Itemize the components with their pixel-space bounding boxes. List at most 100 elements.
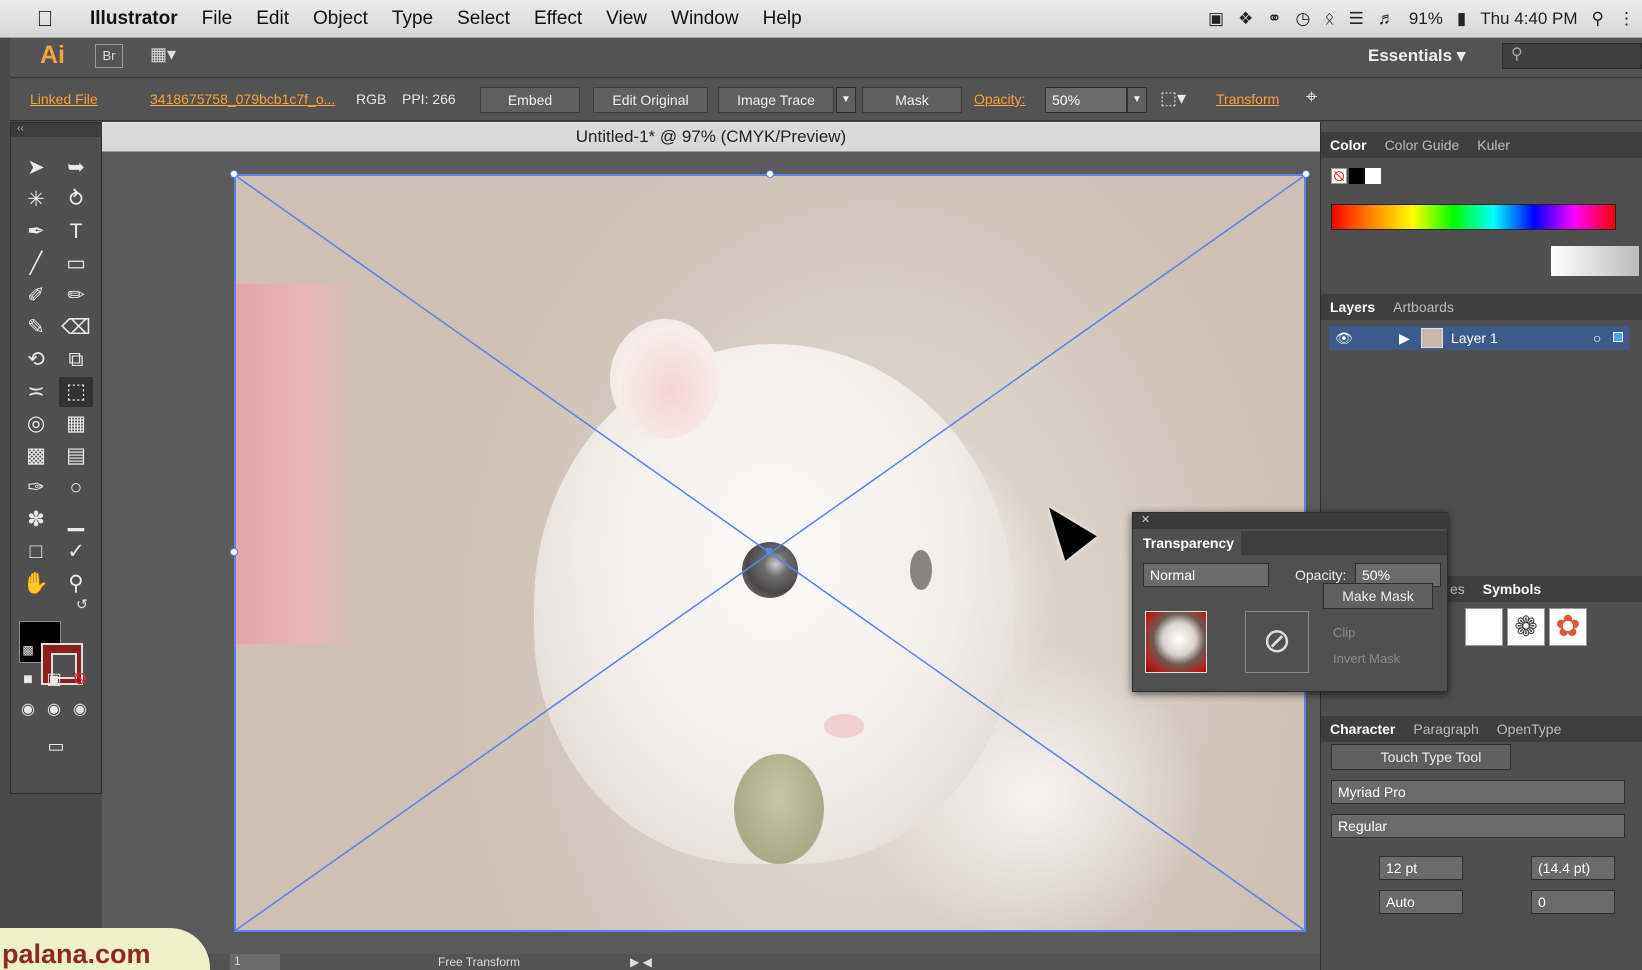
spotlight-search-icon[interactable]: ⚲ <box>1585 9 1611 29</box>
width-tool-icon[interactable]: ≍ <box>19 377 53 407</box>
none-swatch-icon[interactable]: ⦰ <box>1331 168 1347 184</box>
volume-icon[interactable]: ♬ <box>1371 9 1402 29</box>
leading-input[interactable]: (14.4 pt) <box>1531 856 1615 880</box>
direct-selection-tool-icon[interactable]: ➥ <box>59 153 93 183</box>
menu-edit[interactable]: Edit <box>244 8 301 30</box>
make-mask-button[interactable]: Make Mask <box>1323 583 1433 609</box>
shape-builder-tool-icon[interactable]: ◎ <box>19 409 53 439</box>
scale-tool-icon[interactable]: ⧉ <box>59 345 93 375</box>
bluetooth-icon[interactable]: ᛟ <box>1317 9 1341 29</box>
default-fill-stroke-icon[interactable]: ▩ <box>11 635 45 665</box>
blend-mode-select[interactable]: Normal <box>1143 563 1269 587</box>
handle-top-center[interactable] <box>766 170 774 178</box>
tab-paragraph[interactable]: Paragraph <box>1404 721 1487 737</box>
black-swatch[interactable] <box>1349 168 1365 184</box>
color-spectrum-bar[interactable] <box>1331 204 1616 230</box>
paintbrush-tool-icon[interactable]: ✐ <box>19 281 53 311</box>
slice-tool-icon[interactable]: ✓ <box>59 537 93 567</box>
dropbox-icon[interactable]: ❖ <box>1231 9 1260 29</box>
creative-cloud-icon[interactable]: ⚭ <box>1260 9 1288 29</box>
status-tool-label[interactable]: Free Transform <box>438 955 520 969</box>
pencil-tool-icon[interactable]: ✏ <box>59 281 93 311</box>
blob-brush-tool-icon[interactable]: ✎ <box>19 313 53 343</box>
status-arrow-icon[interactable]: ▶ ◀ <box>630 955 652 969</box>
tab-color-guide[interactable]: Color Guide <box>1376 137 1469 153</box>
blend-tool-icon[interactable]: ○ <box>59 473 93 503</box>
symbol-sprayer-tool-icon[interactable]: ✽ <box>19 505 53 535</box>
transparency-panel-header[interactable]: ✕ <box>1133 513 1449 529</box>
object-thumbnail[interactable] <box>1145 611 1207 673</box>
menu-help[interactable]: Help <box>751 8 814 30</box>
transparency-tab[interactable]: Transparency <box>1135 531 1241 555</box>
tab-character[interactable]: Character <box>1321 721 1404 737</box>
magic-wand-tool-icon[interactable]: ✳ <box>19 185 53 215</box>
expand-triangle-icon[interactable]: ▶ <box>1399 326 1410 350</box>
tracking-input[interactable]: 0 <box>1531 890 1615 914</box>
menu-illustrator[interactable]: Illustrator <box>78 8 190 30</box>
target-circle-icon[interactable]: ○ <box>1593 326 1601 350</box>
type-tool-icon[interactable]: T <box>59 217 93 247</box>
symbol-swatch-2[interactable]: ❁ <box>1507 608 1545 646</box>
isolate-object-icon[interactable]: ⌖ <box>1306 86 1317 109</box>
document-title-bar[interactable]: Untitled-1* @ 97% (CMYK/Preview) <box>102 122 1320 152</box>
menu-file[interactable]: File <box>190 8 245 30</box>
mask-slot-no-icon[interactable]: ⊘ <box>1245 611 1309 673</box>
font-family-select[interactable]: Myriad Pro <box>1331 780 1625 804</box>
embed-button[interactable]: Embed <box>480 87 580 113</box>
hand-tool-icon[interactable]: ✋ <box>19 569 53 599</box>
menu-window[interactable]: Window <box>659 8 751 30</box>
opacity-dropdown[interactable]: ▼ <box>1127 87 1147 113</box>
tab-color[interactable]: Color <box>1321 137 1376 153</box>
notification-center-icon[interactable]: ⋮ <box>1611 9 1642 29</box>
invert-mask-checkbox[interactable]: Invert Mask <box>1333 651 1400 666</box>
none-mode-icon[interactable]: ⦰ <box>67 665 93 695</box>
handle-top-left[interactable] <box>230 170 238 178</box>
time-machine-icon[interactable]: ◷ <box>1289 9 1318 29</box>
kerning-input[interactable]: Auto <box>1379 890 1463 914</box>
font-style-select[interactable]: Regular <box>1331 814 1625 838</box>
zoom-field[interactable]: 1 <box>230 954 280 970</box>
swap-fill-stroke-icon[interactable]: ↺ <box>65 589 99 619</box>
menu-object[interactable]: Object <box>301 8 380 30</box>
artboard-tool-icon[interactable]: □ <box>19 537 53 567</box>
mesh-tool-icon[interactable]: ▩ <box>19 441 53 471</box>
image-trace-button[interactable]: Image Trace <box>718 87 834 113</box>
screen-mode-icon[interactable]: ▭ <box>39 731 73 761</box>
tab-opentype[interactable]: OpenType <box>1488 721 1571 737</box>
facetime-icon[interactable]: ▣ <box>1201 9 1231 29</box>
pen-tool-icon[interactable]: ✒ <box>19 217 53 247</box>
layer-row[interactable]: 👁 ▶ Layer 1 ○ <box>1329 326 1629 350</box>
tab-symbols[interactable]: Symbols <box>1474 581 1550 597</box>
eraser-tool-icon[interactable]: ⌫ <box>59 313 93 343</box>
perspective-grid-tool-icon[interactable]: ▦ <box>59 409 93 439</box>
workspace-switcher[interactable]: Essentials ▾ <box>1368 46 1465 66</box>
filename-link[interactable]: 3418675758_079bcb1c7f_o... <box>150 91 335 107</box>
tools-panel-grip[interactable]: ‹‹ <box>11 123 103 137</box>
clock[interactable]: Thu 4:40 PM <box>1473 9 1584 29</box>
white-swatch[interactable] <box>1365 168 1381 184</box>
tab-kuler[interactable]: Kuler <box>1468 137 1519 153</box>
selection-tool-icon[interactable]: ➤ <box>19 153 53 183</box>
line-segment-tool-icon[interactable]: ╱ <box>19 249 53 279</box>
free-transform-tool-icon[interactable]: ⬚ <box>59 377 93 407</box>
draw-behind-icon[interactable]: ◉ <box>41 695 67 725</box>
tab-layers[interactable]: Layers <box>1321 299 1384 315</box>
symbol-swatch-1[interactable] <box>1465 608 1503 646</box>
linked-file-link[interactable]: Linked File <box>30 91 98 107</box>
color-mode-icon[interactable]: ■ <box>15 665 41 695</box>
menu-view[interactable]: View <box>594 8 659 30</box>
menu-select[interactable]: Select <box>445 8 522 30</box>
arrange-documents-icon[interactable]: ▦▾ <box>150 44 188 68</box>
handle-middle-left[interactable] <box>230 548 238 556</box>
menu-effect[interactable]: Effect <box>522 8 594 30</box>
rectangle-tool-icon[interactable]: ▭ <box>59 249 93 279</box>
rotate-tool-icon[interactable]: ⟲ <box>19 345 53 375</box>
eyedropper-tool-icon[interactable]: ✑ <box>19 473 53 503</box>
align-to-selection-icon[interactable]: ⬚▾ <box>1160 88 1186 109</box>
font-size-input[interactable]: 12 pt <box>1379 856 1463 880</box>
help-search-input[interactable]: ⚲ <box>1502 43 1642 69</box>
transform-link[interactable]: Transform <box>1216 91 1279 107</box>
gradient-mode-icon[interactable]: ▣ <box>41 665 67 695</box>
column-graph-tool-icon[interactable]: ▁ <box>59 505 93 535</box>
tab-artboards[interactable]: Artboards <box>1384 299 1463 315</box>
